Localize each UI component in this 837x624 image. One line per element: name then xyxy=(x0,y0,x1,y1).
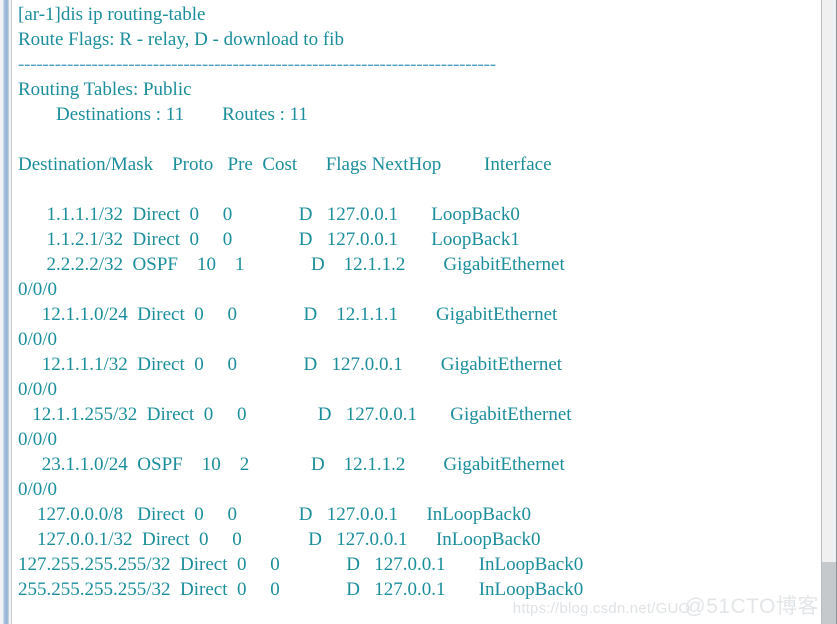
route-row: 127.0.0.0/8 Direct 0 0 D 127.0.0.1 InLoo… xyxy=(18,504,531,525)
gutter-block xyxy=(822,562,836,624)
route-row: 255.255.255.255/32 Direct 0 0 D 127.0.0.… xyxy=(18,579,584,600)
route-row: 1.1.1.1/32 Direct 0 0 D 127.0.0.1 LoopBa… xyxy=(18,204,520,225)
summary-line: Destinations : 11 Routes : 11 xyxy=(18,104,308,125)
separator-line: ----------------------------------------… xyxy=(18,54,496,75)
routing-tables-line: Routing Tables: Public xyxy=(18,79,192,100)
route-row: 12.1.1.1/32 Direct 0 0 D 127.0.0.1 Gigab… xyxy=(18,354,563,375)
console-output[interactable]: [ar-1]dis ip routing-table Route Flags: … xyxy=(12,0,821,624)
scrollbar-thumb[interactable] xyxy=(2,0,9,624)
route-row-wrap: 0/0/0 xyxy=(18,379,58,400)
route-flags-line: Route Flags: R - relay, D - download to … xyxy=(18,29,344,50)
route-list: 1.1.1.1/32 Direct 0 0 D 127.0.0.1 LoopBa… xyxy=(18,202,821,602)
command-prompt-line: [ar-1]dis ip routing-table xyxy=(18,4,206,25)
vertical-scrollbar[interactable] xyxy=(0,0,12,624)
route-row: 127.255.255.255/32 Direct 0 0 D 127.0.0.… xyxy=(18,554,584,575)
route-row: 1.1.2.1/32 Direct 0 0 D 127.0.0.1 LoopBa… xyxy=(18,229,520,250)
route-row: 12.1.1.0/24 Direct 0 0 D 12.1.1.1 Gigabi… xyxy=(18,304,558,325)
terminal-window: [ar-1]dis ip routing-table Route Flags: … xyxy=(0,0,837,624)
right-border-gutter xyxy=(821,0,837,624)
route-row: 127.0.0.1/32 Direct 0 0 D 127.0.0.1 InLo… xyxy=(18,529,541,550)
route-row-wrap: 0/0/0 xyxy=(18,479,58,500)
route-row: 2.2.2.2/32 OSPF 10 1 D 12.1.1.2 GigabitE… xyxy=(18,254,565,275)
route-row-wrap: 0/0/0 xyxy=(18,429,58,450)
route-row-wrap: 0/0/0 xyxy=(18,329,58,350)
route-row: 23.1.1.0/24 OSPF 10 2 D 12.1.1.2 Gigabit… xyxy=(18,454,565,475)
route-row: 12.1.1.255/32 Direct 0 0 D 127.0.0.1 Gig… xyxy=(18,404,572,425)
table-header-line: Destination/Mask Proto Pre Cost Flags Ne… xyxy=(18,154,552,175)
route-row-wrap: 0/0/0 xyxy=(18,279,58,300)
